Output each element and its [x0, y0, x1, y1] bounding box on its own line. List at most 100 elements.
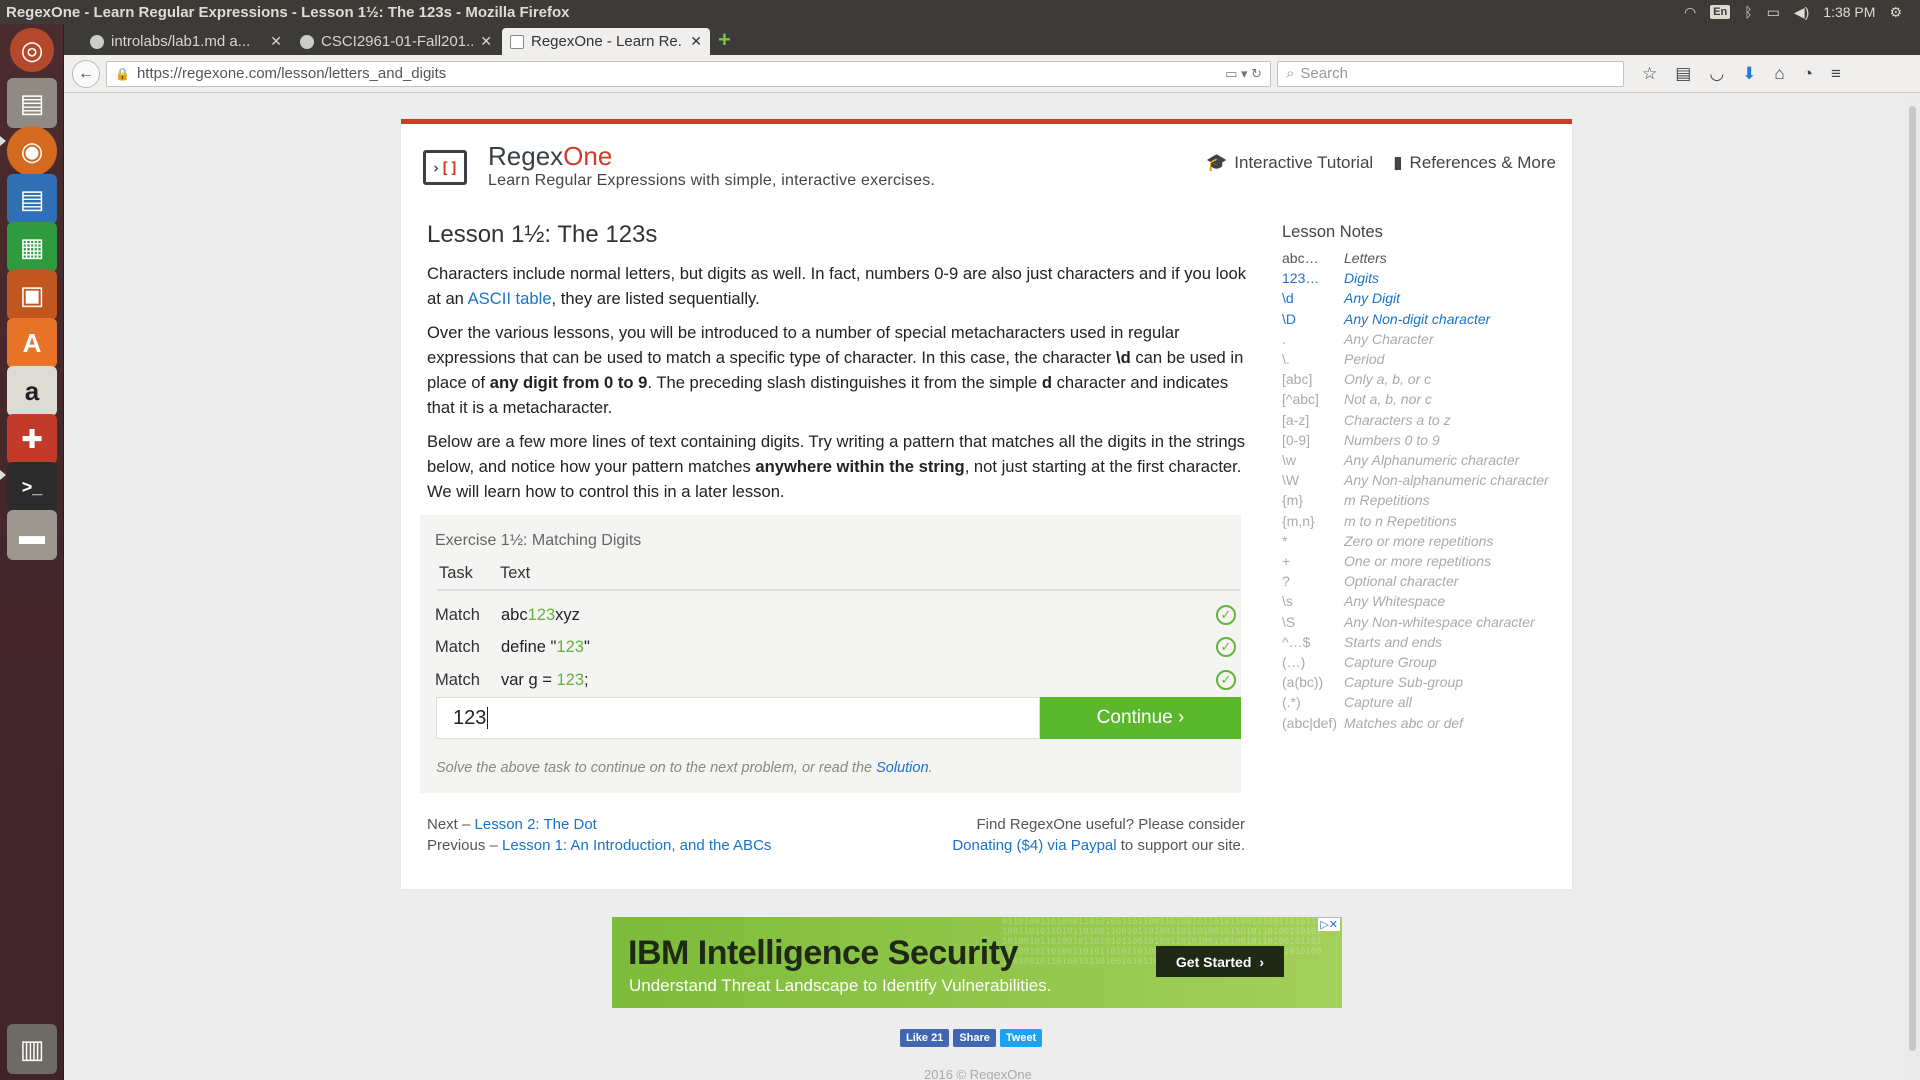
disk-drive-icon[interactable]: ▬ — [7, 510, 57, 560]
pocket-icon[interactable]: ◡ — [1709, 64, 1724, 84]
nav-interactive-tutorial[interactable]: 🎓 Interactive Tutorial — [1206, 153, 1373, 173]
scrollbar-thumb[interactable] — [1909, 106, 1916, 1051]
regexone-logo-icon[interactable]: ›[] — [423, 150, 467, 185]
lesson-body: Characters include normal letters, but d… — [427, 261, 1247, 513]
reader-reload-icons[interactable]: ▭ ▾ ↻ — [1225, 66, 1262, 82]
tab-regexone[interactable]: RegexOne - Learn Re... ✕ — [502, 28, 710, 55]
search-bar[interactable]: ⌕ Search — [1277, 60, 1624, 87]
site-brand[interactable]: RegexOne — [488, 141, 612, 172]
lesson-paragraph: Over the various lessons, you will be in… — [427, 320, 1247, 420]
lesson-note-item: ? Optional character — [1282, 571, 1552, 591]
menu-icon[interactable]: ≡ — [1831, 64, 1841, 84]
note-pattern: abc… — [1282, 250, 1319, 266]
system-settings-icon[interactable]: ✚ — [7, 414, 57, 464]
url-text[interactable]: https://regexone.com/lesson/letters_and_… — [137, 65, 446, 82]
solution-link[interactable]: Solution — [876, 760, 928, 776]
exercise-row: Match abc123xyz ✓ — [435, 602, 1240, 628]
keyboard-layout-indicator[interactable]: En — [1710, 5, 1731, 19]
unity-launcher: ◎ ▤ ◉ ▤ ▦ ▣ A a ✚ >_ ▬ ▥ — [0, 24, 64, 1080]
regex-pattern-input[interactable]: 123 — [436, 697, 1040, 739]
emphasis: d — [1041, 373, 1052, 392]
close-tab-icon[interactable]: ✕ — [690, 33, 702, 50]
clock[interactable]: 1:38 PM — [1823, 4, 1875, 20]
exercise-row: Match define "123" ✓ — [435, 634, 1240, 660]
lesson-note-item: abc… Letters — [1282, 248, 1552, 268]
note-pattern: . — [1282, 330, 1286, 347]
note-pattern: ? — [1282, 573, 1290, 590]
volume-icon[interactable]: ◀) — [1794, 4, 1809, 21]
note-description: Any Non-alphanumeric character — [1344, 472, 1549, 489]
facebook-like-button[interactable]: Like 21 — [900, 1029, 950, 1047]
firefox-icon[interactable]: ◉ — [7, 126, 57, 176]
check-icon: ✓ — [1216, 637, 1236, 657]
wifi-icon[interactable]: ◠ — [1684, 4, 1696, 21]
text: Over the various lessons, you will be in… — [427, 323, 1180, 367]
search-placeholder[interactable]: Search — [1300, 65, 1348, 82]
note-pattern: 123… — [1282, 270, 1320, 287]
reading-list-icon[interactable]: ▤ — [1675, 64, 1691, 84]
amazon-icon[interactable]: a — [7, 366, 57, 416]
row-text: define "123" — [501, 638, 590, 657]
row-text: abc123xyz — [501, 606, 580, 625]
lesson-notes: Lesson Notes abc… Letters 123… Digits \d Any … — [1282, 223, 1552, 733]
libreoffice-calc-icon[interactable]: ▦ — [7, 222, 57, 272]
back-arrow-icon[interactable]: ← — [72, 59, 100, 88]
next-lesson-link[interactable]: Lesson 2: The Dot — [475, 816, 597, 833]
lesson-note-item: . Any Character — [1282, 329, 1552, 349]
ad-title: IBM Intelligence Security — [628, 934, 1018, 972]
page-scrollbar[interactable] — [1905, 94, 1920, 1080]
dash-home-icon[interactable]: ◎ — [10, 28, 54, 72]
battery-icon[interactable]: ▭ — [1767, 4, 1780, 21]
note-description: Any Digit — [1344, 290, 1401, 307]
home-icon[interactable]: ⌂ — [1774, 64, 1784, 84]
continue-button[interactable]: Continue › — [1040, 697, 1241, 739]
terminal-icon[interactable]: >_ — [7, 462, 57, 512]
regex-input-value[interactable]: 123 — [453, 707, 486, 730]
lesson-card: ›[] RegexOne Learn Regular Expressions w… — [401, 119, 1572, 889]
navigation-toolbar: ← 🔒 https://regexone.com/lesson/letters_… — [64, 55, 1920, 93]
exercise-panel: Exercise 1½: Matching Digits Task Text Ma… — [420, 515, 1241, 793]
advertisement-banner[interactable]: 0110100110100011010100110110011010010110… — [612, 917, 1342, 1008]
note-description: m Repetitions — [1344, 492, 1430, 509]
bookmark-star-icon[interactable]: ☆ — [1642, 64, 1657, 84]
ad-get-started-button[interactable]: Get Started › — [1156, 946, 1284, 977]
libreoffice-impress-icon[interactable]: ▣ — [7, 270, 57, 320]
tab-csci2961[interactable]: CSCI2961-01-Fall201... ✕ — [292, 28, 500, 55]
bluetooth-icon[interactable]: ᛒ — [1744, 4, 1752, 20]
chat-icon[interactable]: ◔ — [1803, 64, 1813, 84]
libreoffice-writer-icon[interactable]: ▤ — [7, 174, 57, 224]
ascii-table-link[interactable]: ASCII table — [468, 289, 552, 308]
tweet-button[interactable]: Tweet — [999, 1029, 1043, 1047]
tab-label: CSCI2961-01-Fall201... — [321, 33, 474, 50]
check-icon: ✓ — [1216, 605, 1236, 625]
tab-introlabs[interactable]: introlabs/lab1.md a... ✕ — [82, 28, 290, 55]
files-icon[interactable]: ▤ — [7, 78, 57, 128]
donate-link[interactable]: Donating ($4) via Paypal — [952, 837, 1116, 854]
note-description: Capture all — [1344, 694, 1412, 711]
ad-close-icon[interactable]: ▷✕ — [1318, 918, 1340, 931]
close-tab-icon[interactable]: ✕ — [270, 33, 282, 50]
check-icon: ✓ — [1216, 670, 1236, 690]
lesson-note-item: * Zero or more repetitions — [1282, 531, 1552, 551]
software-center-icon[interactable]: A — [7, 318, 57, 368]
page-viewport: ›[] RegexOne Learn Regular Expressions w… — [64, 94, 1905, 1080]
facebook-share-button[interactable]: Share — [953, 1029, 996, 1047]
note-description: Period — [1344, 351, 1385, 368]
text: Previous – — [427, 837, 503, 854]
nav-references[interactable]: ▮ References & More — [1393, 153, 1556, 173]
new-tab-icon[interactable]: + — [718, 27, 731, 53]
url-bar[interactable]: 🔒 https://regexone.com/lesson/letters_an… — [106, 60, 1271, 87]
previous-lesson-link[interactable]: Lesson 1: An Introduction, and the ABCs — [502, 837, 771, 854]
note-pattern: \d — [1282, 290, 1294, 307]
lock-icon[interactable]: 🔒 — [115, 67, 130, 81]
note-pattern: \W — [1282, 472, 1300, 489]
settings-gear-icon[interactable]: ⚙ — [1889, 4, 1902, 21]
close-tab-icon[interactable]: ✕ — [480, 33, 492, 50]
trash-icon[interactable]: ▥ — [7, 1024, 57, 1074]
text-pre: define " — [501, 637, 557, 656]
text-post: " — [583, 637, 590, 656]
note-pattern: + — [1282, 553, 1291, 570]
tab-label: introlabs/lab1.md a... — [111, 33, 251, 50]
lesson-note-item: \. Period — [1282, 349, 1552, 369]
download-icon[interactable]: ⬇ — [1742, 64, 1756, 84]
